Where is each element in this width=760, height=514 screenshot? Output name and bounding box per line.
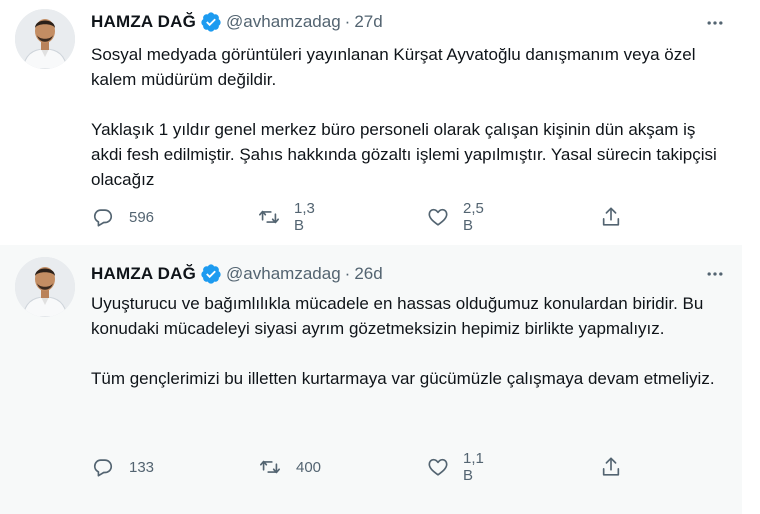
author-name[interactable]: HAMZA DAĞ	[91, 12, 196, 32]
tweet-header: HAMZA DAĞ @avhamzadag · 27d	[91, 10, 383, 34]
verified-badge-icon	[200, 11, 222, 33]
share-button[interactable]	[599, 205, 623, 229]
author-name[interactable]: HAMZA DAĞ	[91, 264, 196, 284]
retweet-button[interactable]: 400	[258, 455, 321, 479]
retweet-icon	[258, 455, 282, 479]
more-icon[interactable]	[704, 263, 726, 285]
share-icon	[599, 455, 623, 479]
tweet-thread: HAMZA DAĞ @avhamzadag · 27d Sosyal medya…	[0, 0, 760, 514]
reply-button[interactable]: 596	[91, 205, 154, 229]
more-icon[interactable]	[704, 12, 726, 34]
reply-button[interactable]: 133	[91, 455, 154, 479]
like-count: 1,1 B	[463, 450, 484, 484]
like-button[interactable]: 1,1 B	[427, 450, 486, 484]
author-handle[interactable]: @avhamzadag	[226, 12, 341, 32]
retweet-count: 400	[296, 458, 322, 476]
reply-icon	[91, 205, 115, 229]
reply-count: 133	[129, 458, 155, 476]
heart-icon	[427, 455, 449, 479]
tweet-timestamp[interactable]: 27d	[354, 12, 382, 32]
tweet-header: HAMZA DAĞ @avhamzadag · 26d	[91, 262, 383, 286]
like-button[interactable]: 2,5 B	[427, 200, 486, 234]
tweet[interactable]: HAMZA DAĞ @avhamzadag · 26d Uyuşturucu v…	[0, 245, 742, 514]
reply-count: 596	[129, 208, 155, 226]
share-button[interactable]	[599, 455, 623, 479]
tweet-paragraph: Sosyal medyada görüntüleri yayınlanan Kü…	[91, 45, 696, 89]
tweet-text: Sosyal medyada görüntüleri yayınlanan Kü…	[91, 42, 731, 192]
like-count: 2,5 B	[463, 200, 484, 234]
reply-icon	[91, 455, 115, 479]
retweet-button[interactable]: 1,3 B	[258, 200, 317, 234]
share-icon	[599, 205, 623, 229]
separator: ·	[344, 264, 351, 283]
retweet-count: 1,3 B	[294, 200, 315, 234]
separator: ·	[344, 12, 351, 31]
tweet-paragraph: Uyuşturucu ve bağımlılıkla mücadele en h…	[91, 294, 704, 338]
tweet-paragraph: Yaklaşık 1 yıldır genel merkez büro pers…	[91, 120, 717, 189]
verified-badge-icon	[200, 263, 222, 285]
avatar[interactable]	[15, 9, 75, 69]
retweet-icon	[258, 205, 280, 229]
tweet-timestamp[interactable]: 26d	[354, 264, 382, 284]
tweet-paragraph: Tüm gençlerimizi bu illetten kurtarmaya …	[91, 369, 715, 388]
tweet-text: Uyuşturucu ve bağımlılıkla mücadele en h…	[91, 291, 731, 391]
author-handle[interactable]: @avhamzadag	[226, 264, 341, 284]
avatar[interactable]	[15, 257, 75, 317]
tweet[interactable]: HAMZA DAĞ @avhamzadag · 27d Sosyal medya…	[0, 0, 742, 245]
heart-icon	[427, 205, 449, 229]
